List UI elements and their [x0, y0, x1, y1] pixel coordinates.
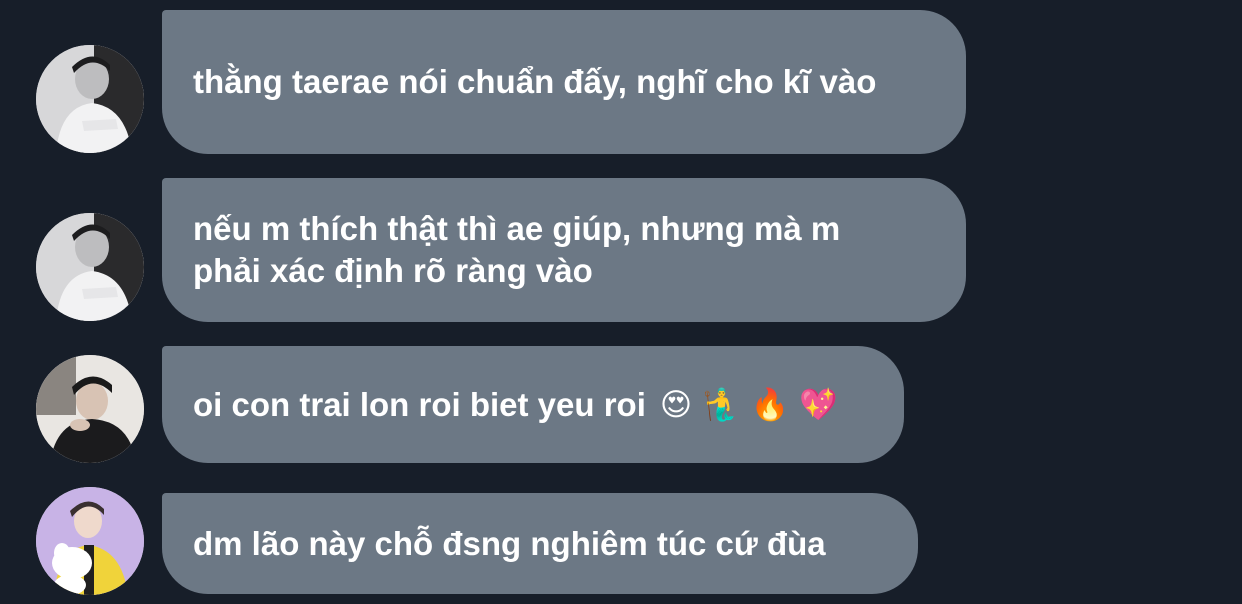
message-bubble[interactable]: thằng taerae nói chuẩn đấy, nghĩ cho kĩ … — [162, 10, 966, 154]
message-text: oi con trai lon roi biet yeu roi — [193, 385, 646, 423]
message-bubble[interactable]: nếu m thích thật thì ae giúp, nhưng mà m… — [162, 178, 966, 322]
user-avatar-1 — [36, 213, 144, 321]
user-avatar-1 — [36, 45, 144, 153]
avatar[interactable] — [36, 45, 144, 153]
user-avatar-2 — [36, 355, 144, 463]
message-bubble[interactable]: oi con trai lon roi biet yeu roi 😍 🧜‍♂️ … — [162, 346, 904, 463]
message-text: thằng taerae nói chuẩn đấy, nghĩ cho kĩ … — [193, 63, 877, 100]
user-avatar-3 — [36, 487, 144, 595]
message-text: nếu m thích thật thì ae giúp, nhưng mà m… — [193, 210, 841, 289]
message-emoji: 😍 🧜‍♂️ 🔥 💖 — [659, 386, 838, 423]
avatar[interactable] — [36, 213, 144, 321]
avatar[interactable] — [36, 355, 144, 463]
avatar[interactable] — [36, 487, 144, 595]
message-text: dm lão này chỗ đsng nghiêm túc cứ đùa — [193, 524, 826, 562]
message-bubble[interactable]: dm lão này chỗ đsng nghiêm túc cứ đùa — [162, 493, 918, 594]
